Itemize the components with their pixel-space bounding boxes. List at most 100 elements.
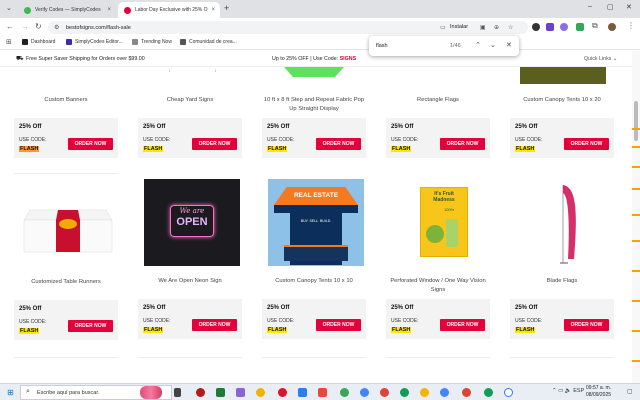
translate-icon[interactable]: ▣ xyxy=(480,24,486,31)
neon-sign-image[interactable]: We are OPEN xyxy=(144,179,240,266)
bookmark-trending-now[interactable]: Trending Now xyxy=(132,39,172,45)
yard-sign-stakes-image[interactable]: ↓ ↓ xyxy=(144,67,240,81)
app-icon[interactable] xyxy=(318,388,327,397)
chrome-icon[interactable] xyxy=(380,388,389,397)
order-now-button[interactable]: ORDER NOW xyxy=(564,319,609,331)
order-now-button[interactable]: ORDER NOW xyxy=(192,138,237,150)
opera-icon[interactable] xyxy=(278,388,287,397)
install-label[interactable]: Instalar xyxy=(450,24,468,30)
bookmark-dashboard[interactable]: Dashboard xyxy=(22,39,55,45)
product-card-next-row xyxy=(510,357,614,383)
canopy-tent-image[interactable]: REAL ESTATE BUY. SELL. BUILD. xyxy=(268,179,364,266)
apps-grid-icon[interactable]: ⊞ xyxy=(6,38,12,46)
new-tab-icon[interactable]: + xyxy=(224,3,229,13)
coupon-code: FLASH xyxy=(267,327,288,333)
system-tray-icons[interactable]: ⌃ ▭ 🔈 ESP xyxy=(552,388,584,394)
maximize-icon[interactable]: ▢ xyxy=(607,3,614,11)
tab-simplycodes[interactable]: Verify Codes — SimplyCodes × xyxy=(18,2,116,18)
bookmarks-bar: ⊞ Dashboard SimplyCodes Editor... Trendi… xyxy=(0,36,640,50)
extension-icon[interactable] xyxy=(532,23,540,31)
menu-icon[interactable]: ⋮ xyxy=(627,21,635,30)
coupon-code: FLASH xyxy=(391,146,412,152)
notifications-icon[interactable]: ▢ xyxy=(627,388,633,395)
product-title[interactable]: 10 ft x 8 ft Step and Repeat Fabric Pop … xyxy=(262,96,366,113)
product-title[interactable]: Custom Banners xyxy=(14,96,118,105)
discount-percent: 25% Off xyxy=(515,124,538,130)
extension-icon[interactable] xyxy=(546,23,554,31)
order-now-button[interactable]: ORDER NOW xyxy=(440,138,485,150)
zoom-icon[interactable]: ⊕ xyxy=(494,24,499,31)
windows-start-icon[interactable]: ⊞ xyxy=(7,388,14,397)
blade-flag-image[interactable] xyxy=(516,179,612,266)
chrome-icon[interactable] xyxy=(420,388,429,397)
product-title[interactable]: Customized Table Runners xyxy=(14,278,118,287)
scrollbar-thumb[interactable] xyxy=(634,101,638,141)
product-title[interactable]: Custom Canopy Tents 10 x 10 xyxy=(262,277,366,286)
tab-title: Verify Codes — SimplyCodes xyxy=(35,7,101,13)
close-icon[interactable]: × xyxy=(211,7,215,13)
close-find-icon[interactable]: ✕ xyxy=(506,41,512,49)
chrome-icon[interactable] xyxy=(484,388,493,397)
bookmark-comunidad[interactable]: Comunidad de crea... xyxy=(180,39,237,45)
app-icon[interactable] xyxy=(298,388,307,397)
chrome-icon[interactable] xyxy=(440,388,449,397)
app-icon[interactable] xyxy=(236,388,245,397)
discount-percent: 25% Off xyxy=(143,124,166,130)
extension-icon[interactable] xyxy=(560,23,568,31)
forward-icon[interactable]: → xyxy=(21,22,29,31)
find-input[interactable]: flash xyxy=(376,43,388,49)
order-now-button[interactable]: ORDER NOW xyxy=(316,319,361,331)
order-now-button[interactable]: ORDER NOW xyxy=(564,138,609,150)
order-now-button[interactable]: ORDER NOW xyxy=(192,319,237,331)
order-now-button[interactable]: ORDER NOW xyxy=(68,320,113,332)
use-code-label: USE CODE: xyxy=(19,319,47,325)
step-repeat-display-image[interactable] xyxy=(284,67,344,77)
close-window-icon[interactable]: ✕ xyxy=(626,3,632,11)
chrome-icon[interactable] xyxy=(360,388,369,397)
chrome-icon[interactable] xyxy=(256,388,265,397)
product-card-next-row xyxy=(14,357,118,383)
previous-match-icon[interactable]: ⌃ xyxy=(475,41,481,49)
taskbar-clock[interactable]: 09:57 a. m. 08/09/2025 xyxy=(586,385,611,399)
canopy-tent-20-image[interactable] xyxy=(520,67,606,84)
extensions-puzzle-icon[interactable]: ⧉ xyxy=(592,21,598,31)
minimize-icon[interactable]: – xyxy=(588,3,592,10)
tab-bestofsigns[interactable]: Labor Day Exclusive with 25% O × xyxy=(118,2,220,18)
page-scrollbar[interactable] xyxy=(632,51,640,383)
product-title[interactable]: Perforated Window / One Way Vision Signs xyxy=(386,277,490,294)
flowers-widget-icon[interactable] xyxy=(140,386,162,399)
chrome-icon[interactable] xyxy=(462,388,471,397)
app-icon[interactable] xyxy=(196,388,205,397)
back-icon[interactable]: ← xyxy=(6,22,14,31)
next-match-icon[interactable]: ⌄ xyxy=(490,41,496,49)
task-view-icon[interactable] xyxy=(174,388,181,397)
order-now-button[interactable]: ORDER NOW xyxy=(68,138,113,150)
window-poster-image[interactable]: It's Fruit Madness 100% xyxy=(392,179,488,266)
discount-percent: 25% Off xyxy=(143,305,166,311)
extension-icon[interactable] xyxy=(576,23,584,31)
product-title[interactable]: Cheap Yard Signs xyxy=(138,96,242,105)
tab-search-icon[interactable]: ⌄ xyxy=(6,4,12,12)
address-bar[interactable]: ⚙ bestofsigns.com/flash-sale ▭ Instalar … xyxy=(48,21,528,34)
close-icon[interactable]: × xyxy=(107,7,111,13)
table-runner-image[interactable] xyxy=(20,180,116,267)
reload-icon[interactable]: ↻ xyxy=(35,22,42,31)
site-info-icon[interactable]: ⚙ xyxy=(54,24,59,31)
product-title[interactable]: Blade Flags xyxy=(510,277,614,286)
chrome-icon[interactable] xyxy=(340,388,349,397)
order-now-button[interactable]: ORDER NOW xyxy=(316,138,361,150)
quick-links-dropdown[interactable]: Quick Links ⌄ xyxy=(584,56,617,62)
use-code-label: USE CODE: xyxy=(143,137,171,143)
product-title[interactable]: Custom Canopy Tents 10 x 20 xyxy=(510,96,614,105)
install-icon[interactable]: ▭ xyxy=(440,24,446,31)
chrome-icon[interactable] xyxy=(400,388,409,397)
product-title[interactable]: Rectangle Flags xyxy=(386,96,490,105)
bookmark-simplycodes-editor[interactable]: SimplyCodes Editor... xyxy=(66,39,123,45)
clock-app-icon[interactable] xyxy=(504,388,513,397)
browser-toolbar: ← → ↻ ⚙ bestofsigns.com/flash-sale ▭ Ins… xyxy=(0,18,640,36)
profile-avatar-icon[interactable] xyxy=(608,23,616,31)
bookmark-star-icon[interactable]: ☆ xyxy=(508,24,513,31)
app-icon[interactable] xyxy=(216,388,225,397)
product-title[interactable]: We Are Open Neon Sign xyxy=(138,277,242,286)
order-now-button[interactable]: ORDER NOW xyxy=(440,319,485,331)
